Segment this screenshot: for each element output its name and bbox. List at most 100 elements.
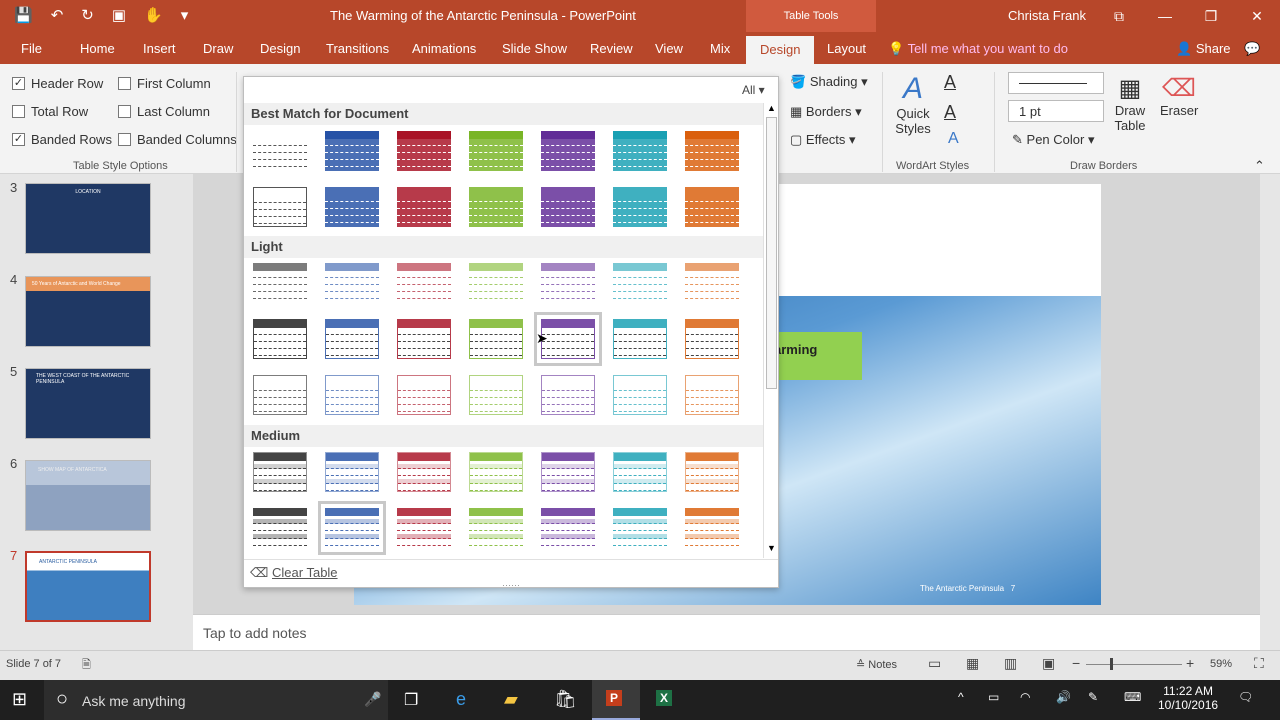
table-style-option[interactable] (539, 129, 597, 173)
table-style-option[interactable] (467, 506, 525, 550)
notes-toggle[interactable]: ≙ Notes (856, 658, 897, 671)
scroll-up-icon[interactable]: ▲ (767, 103, 776, 113)
reading-view-icon[interactable]: ▥ (1004, 655, 1017, 672)
table-style-option[interactable] (683, 185, 741, 229)
comments-icon[interactable]: 💬 (1244, 41, 1260, 57)
ribbon-display-icon[interactable]: ⧉ (1096, 0, 1142, 32)
table-style-option[interactable] (611, 129, 669, 173)
table-style-option[interactable] (395, 317, 453, 361)
table-style-option[interactable] (611, 261, 669, 305)
table-style-option[interactable] (323, 261, 381, 305)
table-style-option[interactable] (318, 501, 386, 555)
banded-rows-checkbox[interactable]: ✓ Banded Rows (12, 132, 112, 147)
total-row-checkbox[interactable]: Total Row (12, 104, 88, 119)
gallery-scrollbar[interactable]: ▲ ▼ (763, 103, 779, 558)
header-row-checkbox[interactable]: ✓ Header Row (12, 76, 103, 91)
table-style-option[interactable] (683, 373, 741, 417)
battery-icon[interactable]: ▭ (988, 690, 999, 704)
gallery-filter-dropdown[interactable]: All ▾ (742, 83, 765, 97)
tab-home[interactable]: Home (80, 41, 115, 56)
tab-file[interactable]: File (21, 41, 42, 56)
tab-table-design[interactable]: Design (746, 36, 815, 64)
table-style-option[interactable] (467, 373, 525, 417)
table-style-option[interactable] (251, 317, 309, 361)
store-icon[interactable]: 🛍 (554, 689, 577, 710)
undo-icon[interactable]: ↶ (51, 6, 64, 26)
table-style-option[interactable] (611, 373, 669, 417)
slideshow-view-icon[interactable]: ▣ (1042, 655, 1055, 672)
zoom-out-icon[interactable]: − (1072, 655, 1080, 671)
table-header-cell[interactable]: arming (774, 332, 862, 380)
touch-mode-icon[interactable]: ✋ (144, 6, 163, 26)
table-style-option[interactable] (323, 317, 381, 361)
tab-animations[interactable]: Animations (412, 41, 476, 56)
save-icon[interactable]: 💾 (14, 6, 33, 26)
text-effects-icon[interactable]: A (948, 130, 959, 148)
slide-thumbnail[interactable]: THE WEST COAST OF THE ANTARCTIC PENINSUL… (25, 368, 151, 439)
present-icon[interactable]: ▣ (112, 6, 126, 26)
table-style-option[interactable] (539, 373, 597, 417)
table-style-option[interactable] (611, 185, 669, 229)
table-style-option[interactable] (683, 450, 741, 494)
wifi-icon[interactable]: ◠ (1020, 690, 1030, 704)
excel-icon[interactable]: X (656, 690, 673, 706)
table-style-option[interactable] (251, 129, 309, 173)
tab-draw[interactable]: Draw (203, 41, 233, 56)
table-style-option[interactable] (251, 506, 309, 550)
table-style-option[interactable] (467, 185, 525, 229)
pen-weight-dropdown[interactable]: 1 pt (1008, 100, 1104, 122)
windows-start-icon[interactable]: ⊞ (12, 689, 27, 710)
slide-thumbnail[interactable]: SHOW MAP OF ANTARCTICA (25, 460, 151, 531)
text-outline-icon[interactable]: A (944, 102, 956, 123)
edge-icon[interactable]: e (456, 689, 466, 710)
keyboard-icon[interactable]: ⌨ (1124, 690, 1141, 704)
redo-icon[interactable]: ↻ (81, 6, 94, 26)
normal-view-icon[interactable]: ▭ (928, 655, 941, 672)
last-column-checkbox[interactable]: Last Column (118, 104, 210, 119)
zoom-slider[interactable] (1086, 664, 1182, 665)
table-style-option[interactable] (251, 185, 309, 229)
table-style-option[interactable] (251, 373, 309, 417)
tab-insert[interactable]: Insert (143, 41, 176, 56)
zoom-level[interactable]: 59% (1210, 658, 1232, 670)
table-style-option[interactable] (395, 261, 453, 305)
fit-slide-icon[interactable]: ⛶ (1254, 655, 1264, 672)
shading-button[interactable]: 🪣 Shading ▾ (790, 74, 868, 90)
quick-styles-button[interactable]: A Quick Styles (893, 72, 933, 136)
table-style-option[interactable] (251, 450, 309, 494)
slide-sorter-icon[interactable]: ▦ (966, 655, 979, 672)
canvas-scrollbar[interactable] (1260, 174, 1280, 650)
scroll-down-icon[interactable]: ▼ (767, 543, 776, 553)
table-style-option[interactable] (539, 261, 597, 305)
customize-qat-icon[interactable]: ▾ (181, 6, 189, 26)
collapse-ribbon-icon[interactable]: ⌃ (1254, 158, 1265, 174)
minimize-icon[interactable]: — (1142, 0, 1188, 32)
tab-design[interactable]: Design (260, 41, 300, 56)
table-style-option[interactable] (467, 261, 525, 305)
powerpoint-taskbar-icon[interactable]: P (592, 680, 640, 720)
table-style-option[interactable] (611, 317, 669, 361)
zoom-slider-thumb[interactable] (1110, 658, 1113, 670)
table-style-option[interactable] (395, 506, 453, 550)
table-style-option[interactable] (683, 129, 741, 173)
eraser-button[interactable]: ⌫ Eraser (1160, 74, 1198, 118)
pen-style-dropdown[interactable] (1008, 72, 1104, 94)
volume-icon[interactable]: 🔊 (1056, 690, 1071, 704)
tab-view[interactable]: View (655, 41, 683, 56)
tell-me-search[interactable]: 💡 Tell me what you want to do (888, 41, 1068, 57)
show-hidden-icons[interactable]: ^ (958, 690, 964, 704)
table-style-option[interactable] (683, 317, 741, 361)
tab-slide-show[interactable]: Slide Show (502, 41, 567, 56)
tab-review[interactable]: Review (590, 41, 633, 56)
borders-button[interactable]: ▦ Borders ▾ (790, 104, 862, 120)
cortana-search[interactable]: ○ Ask me anything 🎤 (44, 680, 388, 720)
draw-table-button[interactable]: ▦ Draw Table (1112, 74, 1148, 133)
pen-color-button[interactable]: ✎ Pen Color ▾ (1012, 132, 1094, 148)
pen-workspace-icon[interactable]: ✎ (1088, 690, 1098, 704)
tab-mix[interactable]: Mix (710, 41, 730, 56)
table-style-option[interactable] (539, 506, 597, 550)
close-icon[interactable]: ✕ (1234, 0, 1280, 32)
restore-icon[interactable]: ❐ (1188, 0, 1234, 32)
microphone-icon[interactable]: 🎤 (364, 691, 381, 708)
notes-pane[interactable]: Tap to add notes (193, 614, 1260, 650)
